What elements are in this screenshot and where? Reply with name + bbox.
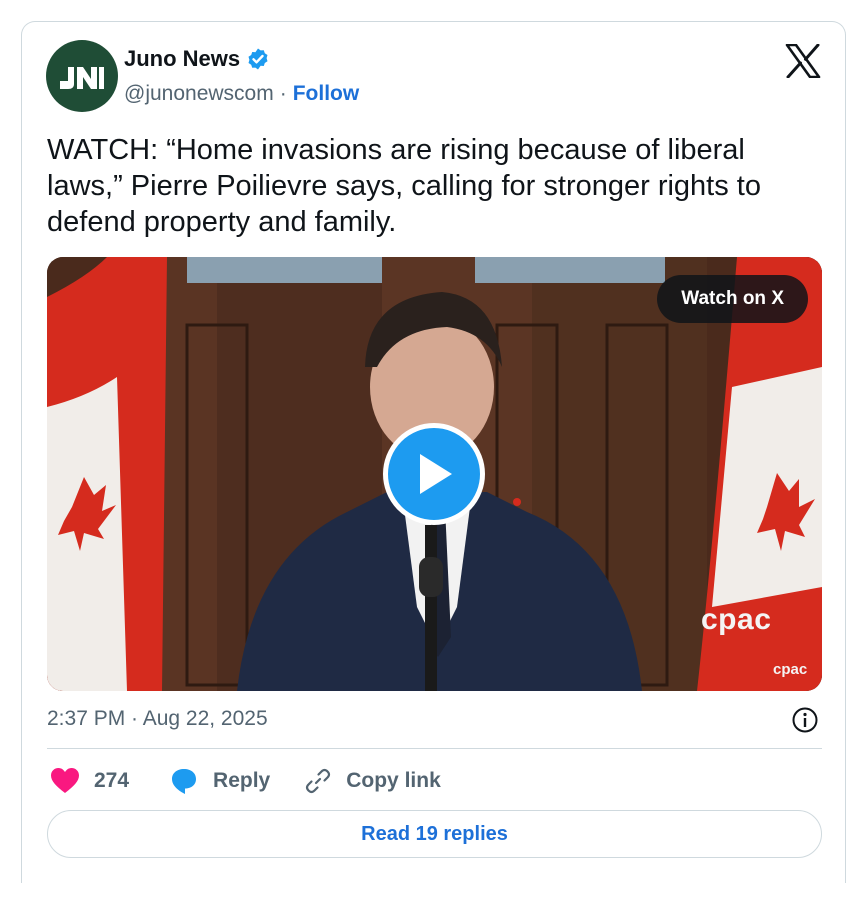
copy-link-button[interactable]: Copy link — [304, 767, 441, 795]
x-logo-icon[interactable] — [785, 44, 821, 78]
cpac-watermark-large: cpac — [701, 603, 772, 636]
video-player[interactable]: Watch on X cpac cpac — [47, 257, 822, 691]
embedded-tweet-card: Juno News @junonewscom · Follow WATCH: “… — [21, 21, 846, 883]
link-icon — [306, 768, 331, 794]
read-replies-button[interactable]: Read 19 replies — [47, 810, 822, 858]
play-button[interactable] — [383, 423, 485, 525]
watch-on-x-button[interactable]: Watch on X — [657, 275, 808, 323]
handle-separator: · — [279, 82, 287, 105]
reply-label: Reply — [213, 769, 271, 792]
verified-badge-icon — [248, 48, 268, 70]
juno-logo-icon — [60, 67, 104, 89]
divider — [47, 748, 822, 749]
author-handle-row: @junonewscom · Follow — [124, 82, 359, 106]
author-name-row: Juno News — [124, 46, 270, 72]
avatar[interactable] — [46, 40, 118, 112]
like-count: 274 — [94, 769, 130, 792]
info-icon[interactable] — [791, 706, 819, 734]
author-name[interactable]: Juno News — [124, 46, 240, 72]
cpac-watermark-small: cpac — [773, 661, 808, 678]
author-handle[interactable]: @junonewscom — [124, 82, 274, 106]
heart-icon — [51, 768, 79, 793]
action-bar: 274 Reply Copy link — [50, 764, 441, 798]
play-icon — [420, 454, 452, 494]
reply-button[interactable]: Reply — [169, 767, 270, 795]
tweet-text: WATCH: “Home invasions are rising becaus… — [47, 134, 761, 238]
copy-link-label: Copy link — [346, 769, 441, 792]
like-button[interactable]: 274 — [50, 767, 129, 795]
tweet-timestamp[interactable]: 2:37 PM · Aug 22, 2025 — [47, 707, 268, 731]
reply-bubble-icon — [172, 769, 197, 794]
follow-button[interactable]: Follow — [293, 82, 360, 106]
